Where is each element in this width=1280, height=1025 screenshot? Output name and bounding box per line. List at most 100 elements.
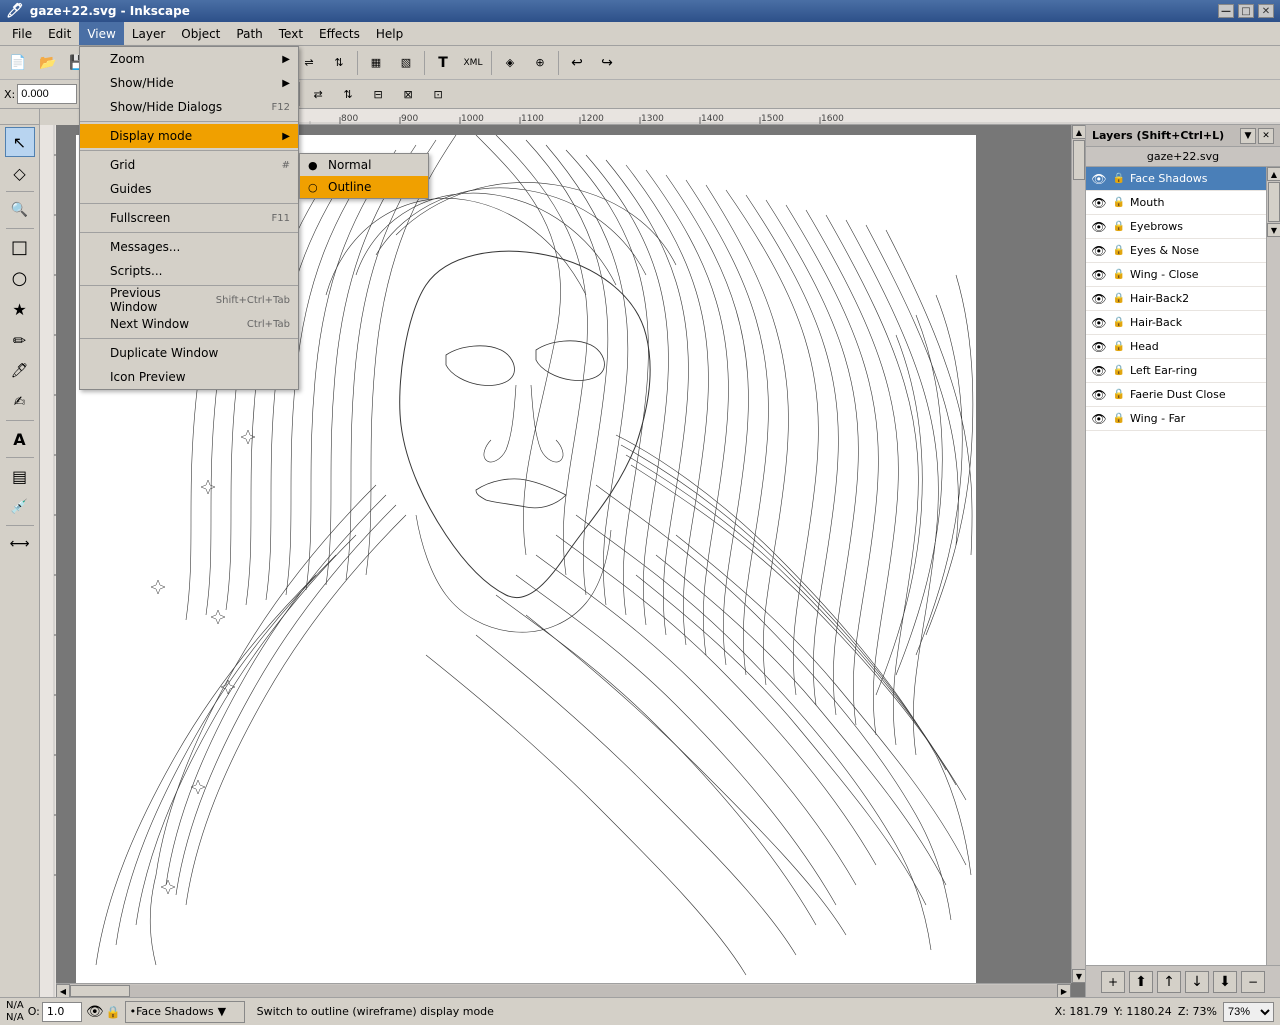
- flip-h-button[interactable]: ⇌: [295, 49, 323, 77]
- minimize-button[interactable]: —: [1218, 4, 1234, 18]
- tool-connector[interactable]: ⟷: [5, 529, 35, 559]
- scroll-thumb-h[interactable]: [70, 985, 130, 997]
- layer-eye-6[interactable]: 👁: [1090, 314, 1108, 332]
- layer-lock-4[interactable]: 🔒: [1111, 267, 1127, 283]
- menu-file[interactable]: File: [4, 22, 40, 45]
- ungroup-button[interactable]: ▧: [392, 49, 420, 77]
- menu-view[interactable]: View: [79, 22, 123, 45]
- layer-lock-8[interactable]: 🔒: [1111, 363, 1127, 379]
- layer-add-button[interactable]: +: [1101, 971, 1125, 993]
- menu-show-hide-dialogs[interactable]: Show/Hide Dialogs F12: [80, 95, 298, 119]
- scroll-down-button[interactable]: ▼: [1072, 969, 1085, 983]
- layer-item-wing---far[interactable]: 👁🔒Wing - Far: [1086, 407, 1266, 431]
- zoom-select[interactable]: 73% 50% 100%: [1223, 1002, 1274, 1022]
- visibility-icon[interactable]: 👁: [86, 1004, 104, 1020]
- layers-close-button[interactable]: ✕: [1258, 128, 1274, 144]
- layer-lock-9[interactable]: 🔒: [1111, 387, 1127, 403]
- layer-lock-3[interactable]: 🔒: [1111, 243, 1127, 259]
- menu-effects[interactable]: Effects: [311, 22, 368, 45]
- layer-eye-5[interactable]: 👁: [1090, 290, 1108, 308]
- menu-zoom[interactable]: Zoom: [80, 47, 298, 71]
- layer-item-eyes-&-nose[interactable]: 👁🔒Eyes & Nose: [1086, 239, 1266, 263]
- menu-path[interactable]: Path: [228, 22, 270, 45]
- layer-eye-0[interactable]: 👁: [1090, 170, 1108, 188]
- layers-scrollbar[interactable]: ▲ ▼: [1266, 167, 1280, 965]
- xml-button[interactable]: XML: [459, 49, 487, 77]
- redo-button[interactable]: ↪: [593, 49, 621, 77]
- layer-delete-button[interactable]: −: [1241, 971, 1265, 993]
- tool-star[interactable]: ★: [5, 294, 35, 324]
- lock-status-icon[interactable]: 🔒: [106, 1005, 121, 1019]
- tool-zoom[interactable]: 🔍: [5, 195, 35, 225]
- layer-lock-10[interactable]: 🔒: [1111, 411, 1127, 427]
- menu-fullscreen[interactable]: Fullscreen F11: [80, 206, 298, 230]
- layers-menu-button[interactable]: ▼: [1240, 128, 1256, 144]
- tool-pencil[interactable]: ✏: [5, 325, 35, 355]
- tool-rect[interactable]: □: [5, 232, 35, 262]
- menu-icon-preview[interactable]: Icon Preview: [80, 365, 298, 389]
- new-button[interactable]: 📄: [4, 49, 32, 77]
- scroll-left-button[interactable]: ◀: [56, 984, 70, 997]
- layer-lock-5[interactable]: 🔒: [1111, 291, 1127, 307]
- layer-lock-2[interactable]: 🔒: [1111, 219, 1127, 235]
- menu-scripts[interactable]: Scripts...: [80, 259, 298, 283]
- layer-item-mouth[interactable]: 👁🔒Mouth: [1086, 191, 1266, 215]
- tool-gradient[interactable]: ▤: [5, 461, 35, 491]
- layers-scroll-thumb[interactable]: [1268, 182, 1280, 222]
- display-normal[interactable]: ● Normal: [300, 154, 428, 176]
- menu-grid[interactable]: Grid #: [80, 153, 298, 177]
- transform-x-button[interactable]: ⇄: [304, 80, 332, 108]
- layer-item-face-shadows[interactable]: 👁🔒Face Shadows: [1086, 167, 1266, 191]
- layer-item-hair-back[interactable]: 👁🔒Hair-Back: [1086, 311, 1266, 335]
- menu-next-window[interactable]: Next Window Ctrl+Tab: [80, 312, 298, 336]
- layer-raise-to-top-button[interactable]: ⬆: [1129, 971, 1153, 993]
- layer-eye-2[interactable]: 👁: [1090, 218, 1108, 236]
- transform-y-button[interactable]: ⇅: [334, 80, 362, 108]
- group-button[interactable]: ▦: [362, 49, 390, 77]
- open-button[interactable]: 📂: [34, 49, 62, 77]
- menu-show-hide[interactable]: Show/Hide: [80, 71, 298, 95]
- vertical-scrollbar[interactable]: ▲ ▼: [1071, 125, 1085, 983]
- tool-eyedropper[interactable]: 💉: [5, 492, 35, 522]
- layer-eye-3[interactable]: 👁: [1090, 242, 1108, 260]
- tool-node[interactable]: ◇: [5, 158, 35, 188]
- menu-layer[interactable]: Layer: [124, 22, 173, 45]
- text-button[interactable]: T: [429, 49, 457, 77]
- flip-v-button[interactable]: ⇅: [325, 49, 353, 77]
- tool-ellipse[interactable]: ○: [5, 263, 35, 293]
- layer-lock-0[interactable]: 🔒: [1111, 171, 1127, 187]
- scroll-thumb-v[interactable]: [1073, 140, 1085, 180]
- menu-object[interactable]: Object: [173, 22, 228, 45]
- snap-nodes-button[interactable]: ⊟: [364, 80, 392, 108]
- menu-display-mode[interactable]: Display mode: [80, 124, 298, 148]
- menu-help[interactable]: Help: [368, 22, 411, 45]
- menu-guides[interactable]: Guides: [80, 177, 298, 201]
- layer-lower-button[interactable]: ↓: [1185, 971, 1209, 993]
- layer-item-faerie-dust-close[interactable]: 👁🔒Faerie Dust Close: [1086, 383, 1266, 407]
- menu-prev-window[interactable]: Previous Window Shift+Ctrl+Tab: [80, 288, 298, 312]
- snap-page-button[interactable]: ⊡: [424, 80, 452, 108]
- layer-eye-7[interactable]: 👁: [1090, 338, 1108, 356]
- current-layer-select[interactable]: •Face Shadows ▼: [125, 1001, 245, 1023]
- layers-scroll-up[interactable]: ▲: [1267, 167, 1280, 181]
- menu-text[interactable]: Text: [271, 22, 311, 45]
- layer-lock-1[interactable]: 🔒: [1111, 195, 1127, 211]
- layer-eye-8[interactable]: 👁: [1090, 362, 1108, 380]
- layer-item-left-ear-ring[interactable]: 👁🔒Left Ear-ring: [1086, 359, 1266, 383]
- tool-calligraphy[interactable]: ✍: [5, 387, 35, 417]
- node-edit-button[interactable]: ◈: [496, 49, 524, 77]
- horizontal-scrollbar[interactable]: ◀ ▶: [56, 983, 1071, 997]
- layer-lock-7[interactable]: 🔒: [1111, 339, 1127, 355]
- undo-button[interactable]: ↩: [563, 49, 591, 77]
- layer-item-hair-back2[interactable]: 👁🔒Hair-Back2: [1086, 287, 1266, 311]
- layer-item-head[interactable]: 👁🔒Head: [1086, 335, 1266, 359]
- tool-select[interactable]: ↖: [5, 127, 35, 157]
- menu-edit[interactable]: Edit: [40, 22, 79, 45]
- layer-raise-button[interactable]: ↑: [1157, 971, 1181, 993]
- close-button[interactable]: ✕: [1258, 4, 1274, 18]
- layers-scroll-down[interactable]: ▼: [1267, 223, 1280, 237]
- layer-eye-9[interactable]: 👁: [1090, 386, 1108, 404]
- layer-item-wing---close[interactable]: 👁🔒Wing - Close: [1086, 263, 1266, 287]
- scroll-up-button[interactable]: ▲: [1072, 125, 1085, 139]
- layer-eye-4[interactable]: 👁: [1090, 266, 1108, 284]
